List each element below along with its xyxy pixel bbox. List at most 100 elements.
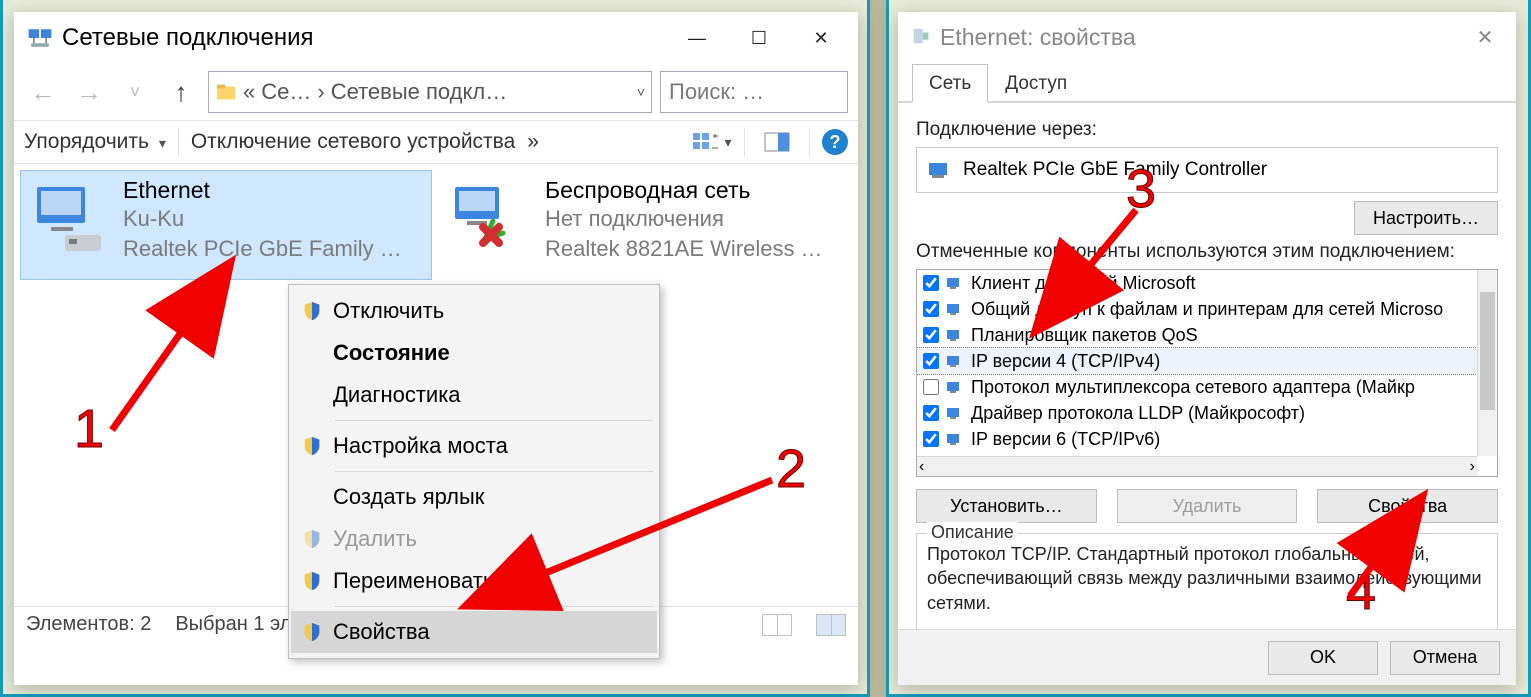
component-row[interactable]: Планировщик пакетов QoS — [917, 322, 1477, 348]
network-icon — [26, 24, 54, 52]
ctx-diagnostics[interactable]: Диагностика — [291, 374, 657, 416]
connection-wifi[interactable]: Беспроводная сеть Нет подключения Realte… — [442, 170, 854, 280]
connect-via-label: Подключение через: — [916, 119, 1498, 141]
connection-name: Ethernet — [123, 177, 402, 204]
component-label: Планировщик пакетов QoS — [971, 325, 1198, 346]
component-checkbox[interactable] — [923, 301, 939, 317]
nav-back-button[interactable]: ← — [24, 73, 62, 111]
connection-device: Realtek PCIe GbE Family … — [123, 234, 402, 264]
search-placeholder: Поиск: … — [669, 79, 764, 105]
breadcrumb-part-2[interactable]: Сетевые подкл… — [331, 79, 508, 105]
breadcrumb-dropdown[interactable]: ˅ — [637, 84, 645, 100]
uninstall-button: Удалить — [1117, 489, 1298, 523]
component-label: Общий доступ к файлам и принтерам для се… — [971, 299, 1443, 320]
component-checkbox[interactable] — [923, 379, 939, 395]
component-icon — [945, 327, 965, 343]
ok-button[interactable]: OK — [1268, 641, 1378, 675]
breadcrumb-part-1[interactable]: Се… — [261, 79, 311, 105]
connection-ethernet[interactable]: Ethernet Ku-Ku Realtek PCIe GbE Family … — [20, 170, 432, 280]
ctx-create-shortcut[interactable]: Создать ярлык — [291, 476, 657, 518]
status-count: Элементов: 2 — [26, 613, 151, 636]
annotation-3: 3 — [1126, 158, 1156, 220]
address-bar: ← → ˅ ↑ « Се… › Сетевые подкл… ˅ Поиск: … — [14, 64, 858, 120]
toolbar: Упорядочить ▾ Отключение сетевого устрой… — [14, 120, 858, 164]
breadcrumb-sep: › — [317, 79, 324, 105]
dialog-close-button[interactable]: ✕ — [1462, 21, 1508, 53]
dialog-titlebar[interactable]: Ethernet: свойства ✕ — [898, 12, 1516, 62]
dialog-footer: OK Отмена — [898, 629, 1516, 685]
maximize-button[interactable]: ☐ — [728, 20, 790, 56]
folder-icon — [215, 81, 237, 103]
description-box: Описание Протокол TCP/IP. Стандартный пр… — [916, 533, 1498, 632]
disable-device-button[interactable]: Отключение сетевого устройства — [191, 130, 515, 154]
context-menu: Отключить Состояние Диагностика Настройк… — [288, 284, 660, 659]
component-row[interactable]: IP версии 4 (TCP/IPv4) — [917, 348, 1477, 374]
components-list[interactable]: Клиент для сетей Microsoft Общий доступ к… — [916, 269, 1498, 477]
component-label: Протокол мультиплексора сетевого адаптер… — [971, 377, 1415, 398]
connection-status: Нет подключения — [545, 204, 823, 234]
nav-up-button[interactable]: ↑ — [162, 73, 200, 111]
nav-forward-button[interactable]: → — [70, 73, 108, 111]
component-icon — [945, 405, 965, 421]
tab-sharing[interactable]: Доступ — [988, 64, 1084, 103]
preview-pane-button[interactable] — [757, 128, 797, 156]
nic-icon — [927, 159, 953, 181]
breadcrumb-prefix: « — [243, 79, 255, 105]
component-checkbox[interactable] — [923, 431, 939, 447]
shield-icon — [301, 621, 323, 643]
component-icon — [945, 379, 965, 395]
cancel-button[interactable]: Отмена — [1390, 641, 1500, 675]
window-title: Сетевые подключения — [62, 24, 666, 52]
ctx-status[interactable]: Состояние — [291, 332, 657, 374]
component-row[interactable]: Драйвер протокола LLDP (Майкрософт) — [917, 400, 1477, 426]
component-checkbox[interactable] — [923, 327, 939, 343]
shield-icon — [301, 570, 323, 592]
minimize-button[interactable]: — — [666, 20, 728, 56]
configure-button[interactable]: Настроить… — [1354, 201, 1498, 235]
component-row[interactable]: IP версии 6 (TCP/IPv6) — [917, 426, 1477, 452]
component-checkbox[interactable] — [923, 405, 939, 421]
component-checkbox[interactable] — [923, 353, 939, 369]
toolbar-overflow[interactable]: » — [527, 130, 539, 154]
ctx-delete: Удалить — [291, 518, 657, 560]
titlebar[interactable]: Сетевые подключения — ☐ ✕ — [14, 12, 858, 64]
nav-recent-button[interactable]: ˅ — [116, 73, 154, 111]
ctx-disable[interactable]: Отключить — [291, 290, 657, 332]
component-properties-button[interactable]: Свойства — [1317, 489, 1498, 523]
ethernet-icon — [31, 179, 111, 259]
wifi-icon — [453, 179, 533, 259]
view-details-button[interactable] — [762, 614, 792, 636]
ctx-bridge[interactable]: Настройка моста — [291, 425, 657, 467]
horizontal-scrollbar[interactable]: ‹› — [917, 456, 1477, 476]
help-button[interactable]: ? — [822, 129, 848, 155]
component-label: IP версии 4 (TCP/IPv4) — [971, 351, 1160, 372]
shield-icon — [301, 435, 323, 457]
tab-strip: Сеть Доступ — [898, 62, 1516, 103]
adapter-field: Realtek PCIe GbE Family Controller — [916, 147, 1498, 193]
connection-status: Ku-Ku — [123, 204, 402, 234]
search-input[interactable]: Поиск: … — [660, 71, 848, 113]
component-label: IP версии 6 (TCP/IPv6) — [971, 429, 1160, 450]
close-button[interactable]: ✕ — [790, 20, 852, 56]
component-row[interactable]: Общий доступ к файлам и принтерам для се… — [917, 296, 1477, 322]
component-label: Клиент для сетей Microsoft — [971, 273, 1196, 294]
ctx-properties[interactable]: Свойства — [291, 611, 657, 653]
annotation-1: 1 — [74, 398, 104, 460]
view-icons-button[interactable]: ▾ — [692, 128, 732, 156]
vertical-scrollbar[interactable] — [1477, 270, 1497, 456]
breadcrumb[interactable]: « Се… › Сетевые подкл… ˅ — [208, 71, 652, 113]
component-icon — [945, 301, 965, 317]
description-legend: Описание — [927, 522, 1018, 543]
ctx-rename[interactable]: Переименовать — [291, 560, 657, 602]
view-large-button[interactable] — [816, 614, 846, 636]
component-row[interactable]: Клиент для сетей Microsoft — [917, 270, 1477, 296]
sort-dropdown[interactable]: Упорядочить ▾ — [24, 130, 166, 154]
shield-icon — [301, 300, 323, 322]
install-button[interactable]: Установить… — [916, 489, 1097, 523]
components-label: Отмеченные компоненты используются этим … — [916, 241, 1498, 263]
connection-device: Realtek 8821AE Wireless … — [545, 234, 823, 264]
tab-network[interactable]: Сеть — [912, 64, 988, 103]
component-row[interactable]: Протокол мультиплексора сетевого адаптер… — [917, 374, 1477, 400]
component-checkbox[interactable] — [923, 275, 939, 291]
dialog-title: Ethernet: свойства — [940, 24, 1462, 51]
